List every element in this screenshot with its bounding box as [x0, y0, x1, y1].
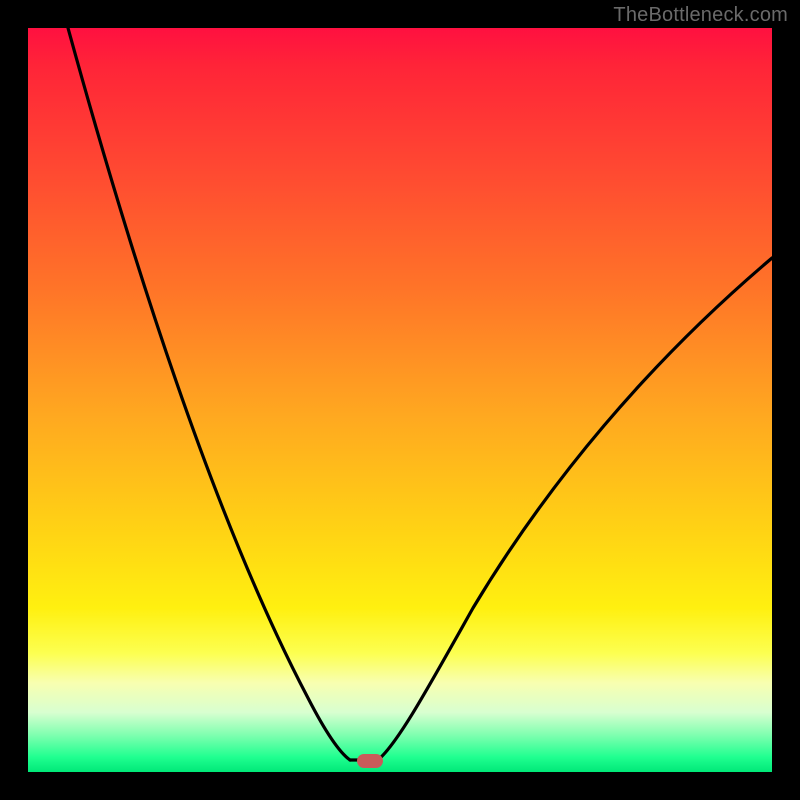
watermark-text: TheBottleneck.com	[613, 4, 788, 27]
chart-frame: TheBottleneck.com	[0, 0, 800, 800]
bottleneck-curve	[28, 28, 772, 772]
curve-right-branch	[378, 258, 772, 760]
optimal-marker	[357, 754, 383, 768]
curve-left-branch	[68, 28, 350, 760]
